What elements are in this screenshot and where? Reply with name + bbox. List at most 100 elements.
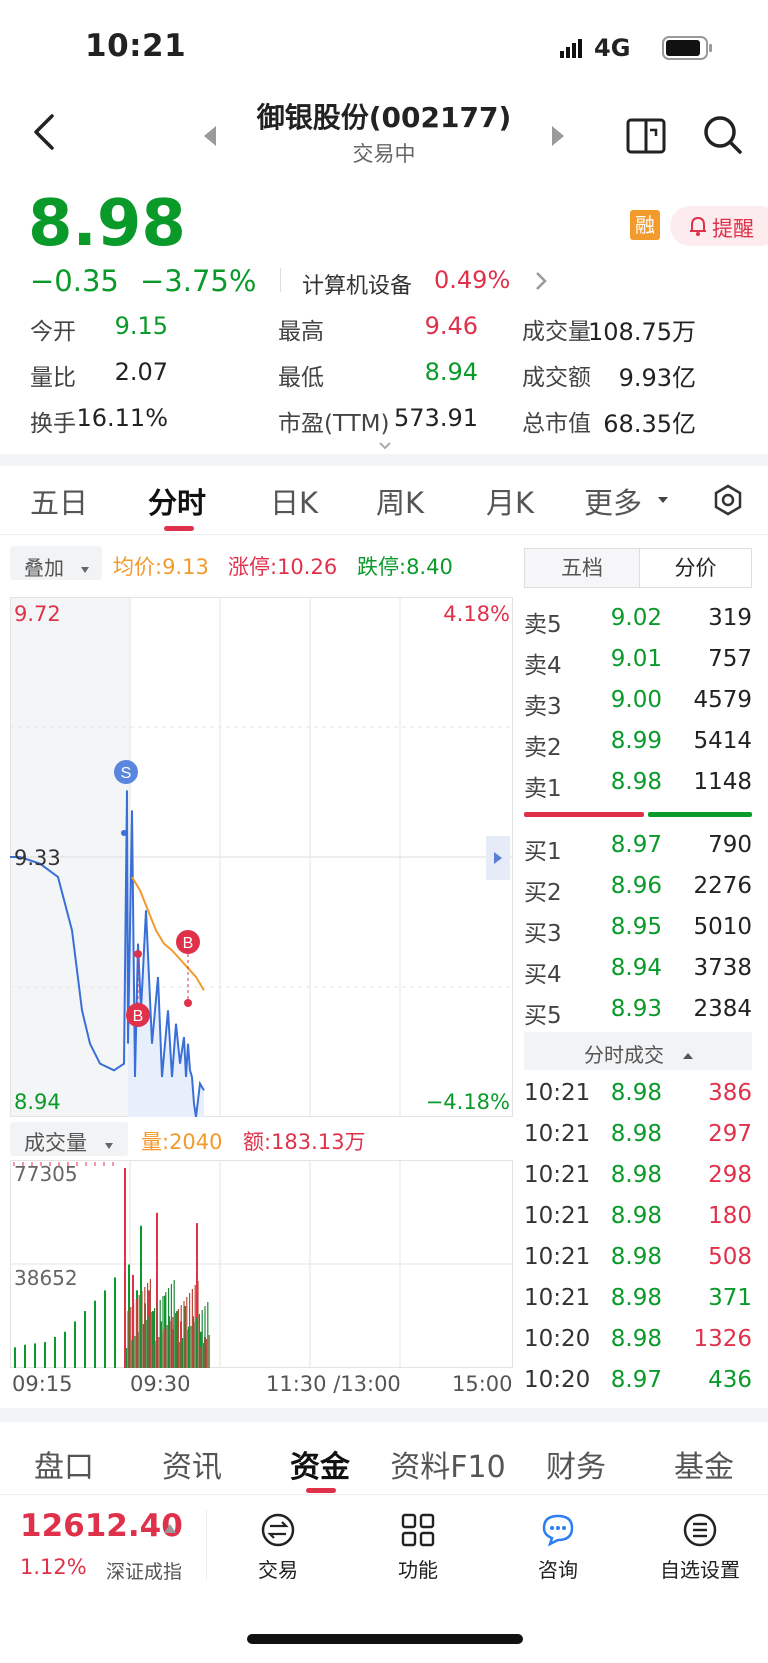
margin-badge: 融 — [630, 210, 660, 240]
volume-bar — [147, 1283, 149, 1368]
bottom-tab[interactable]: 资金 — [256, 1442, 384, 1486]
sell-level-price: 9.02 — [610, 605, 662, 631]
toolbar-chat-button[interactable]: 咨询 — [498, 1508, 618, 1588]
stat-value: 108.75万 — [588, 318, 696, 346]
bottom-tab[interactable]: 盘口 — [0, 1442, 128, 1486]
volume-bar — [44, 1342, 46, 1368]
settings-hex-icon[interactable] — [712, 484, 744, 516]
more-dropdown-icon[interactable] — [657, 490, 669, 503]
remind-button[interactable]: 提醒 — [670, 206, 768, 246]
volume-bar — [114, 1277, 116, 1368]
volume-chart[interactable] — [10, 1160, 513, 1368]
volume-bar — [159, 1300, 161, 1368]
volume-bar — [64, 1331, 66, 1368]
price-chart[interactable]: S B B — [10, 597, 513, 1117]
search-icon[interactable] — [702, 114, 744, 156]
bottom-tab[interactable]: 资讯 — [128, 1442, 256, 1486]
volume-bar — [134, 1336, 136, 1368]
sell-level-volume: 1148 — [693, 769, 752, 795]
volume-bar — [201, 1310, 203, 1368]
volume-bar — [74, 1321, 76, 1368]
volume-bar — [152, 1345, 154, 1368]
tab-five-day[interactable]: 五日 — [30, 480, 88, 522]
trade-price: 8.98 — [610, 1244, 662, 1270]
volume-bar — [191, 1289, 193, 1368]
expand-chart-handle[interactable] — [486, 836, 510, 880]
buy-point — [184, 999, 192, 1007]
volume-bar — [205, 1339, 207, 1368]
tab-monthly-k[interactable]: 月K — [486, 480, 534, 522]
stat-value: 9.15 — [114, 312, 168, 340]
volume-bar — [141, 1291, 143, 1368]
sell-level-price: 8.98 — [610, 769, 662, 795]
index-value[interactable]: 12612.40 — [20, 1508, 183, 1544]
volume-bar — [186, 1297, 188, 1368]
trade-volume: 386 — [708, 1080, 752, 1106]
trades-header[interactable]: 分时成交 — [524, 1032, 752, 1070]
chevron-right-icon[interactable] — [534, 270, 548, 292]
sell-level-price: 9.00 — [610, 687, 662, 713]
tab-daily-k[interactable]: 日K — [270, 480, 318, 522]
volume-bar — [200, 1347, 202, 1368]
toolbar-list-button[interactable]: 自选设置 — [640, 1508, 760, 1588]
volume-bar — [14, 1347, 16, 1368]
sell-ratio-bar — [524, 812, 644, 817]
tab-weekly-k[interactable]: 周K — [376, 480, 424, 522]
sector-pct[interactable]: 0.49% — [434, 266, 510, 294]
tab-price-dist[interactable]: 分价 — [639, 549, 751, 587]
tab-intraday[interactable]: 分时 — [148, 480, 206, 522]
grid-icon — [400, 1512, 436, 1548]
volume-dropdown[interactable]: 成交量 — [10, 1122, 128, 1156]
volume-bar — [173, 1280, 175, 1368]
volume-bar — [168, 1288, 170, 1368]
volume-bar — [148, 1316, 150, 1368]
trade-volume: 508 — [708, 1244, 752, 1270]
exchange-icon — [260, 1512, 296, 1548]
buy-level-price: 8.93 — [610, 996, 662, 1022]
volume-bar — [133, 1303, 135, 1368]
volume-bar — [137, 1332, 139, 1368]
avg-price: 均价:9.13 — [113, 555, 209, 579]
volume-bar — [84, 1311, 86, 1368]
bottom-tab[interactable]: 财务 — [512, 1442, 640, 1486]
stat-value: 573.91 — [394, 404, 478, 432]
bell-icon — [688, 215, 708, 237]
volume-bar — [54, 1336, 56, 1368]
bottom-tab[interactable]: 基金 — [640, 1442, 768, 1486]
sector-name[interactable]: 计算机设备 — [302, 268, 412, 300]
divider — [0, 534, 768, 535]
buy-level-label: 买1 — [524, 839, 562, 865]
buy-level-label: 买5 — [524, 1003, 562, 1029]
index-pct: 1.12% — [20, 1555, 87, 1579]
split-view-icon[interactable] — [626, 116, 668, 156]
next-stock-icon[interactable] — [548, 124, 568, 148]
volume-bar — [140, 1328, 142, 1368]
volume-bar — [166, 1325, 168, 1368]
section-separator — [0, 1408, 768, 1422]
volume-bar — [190, 1326, 192, 1368]
marker-label: S — [121, 765, 132, 782]
tab-more[interactable]: 更多 — [584, 480, 642, 522]
list-icon — [682, 1512, 718, 1548]
tab-five-levels[interactable]: 五档 — [525, 549, 639, 587]
limit-down: 跌停:8.40 — [357, 555, 453, 579]
trade-price: 8.97 — [610, 1367, 662, 1393]
volume-bar — [170, 1284, 172, 1368]
sell-level-price: 9.01 — [610, 646, 662, 672]
overlay-dropdown[interactable]: 叠加 — [10, 546, 102, 580]
trade-volume: 298 — [708, 1162, 752, 1188]
volume-bar — [104, 1290, 106, 1368]
status-time: 10:21 — [85, 28, 187, 64]
buy-level-price: 8.95 — [610, 914, 662, 940]
stat-value: 16.11% — [76, 404, 168, 432]
buy-level-volume: 2384 — [693, 996, 752, 1022]
volume-bar — [138, 1295, 140, 1368]
volume-bar — [128, 1344, 130, 1368]
bottom-tab[interactable]: 资料F10 — [384, 1442, 512, 1486]
price-dot — [121, 830, 127, 836]
toolbar-grid-button[interactable]: 功能 — [358, 1508, 478, 1588]
toolbar-exchange-button[interactable]: 交易 — [218, 1508, 338, 1588]
volume-bar — [176, 1346, 178, 1368]
sell-level-volume: 757 — [708, 646, 752, 672]
buy-level-price: 8.96 — [610, 873, 662, 899]
